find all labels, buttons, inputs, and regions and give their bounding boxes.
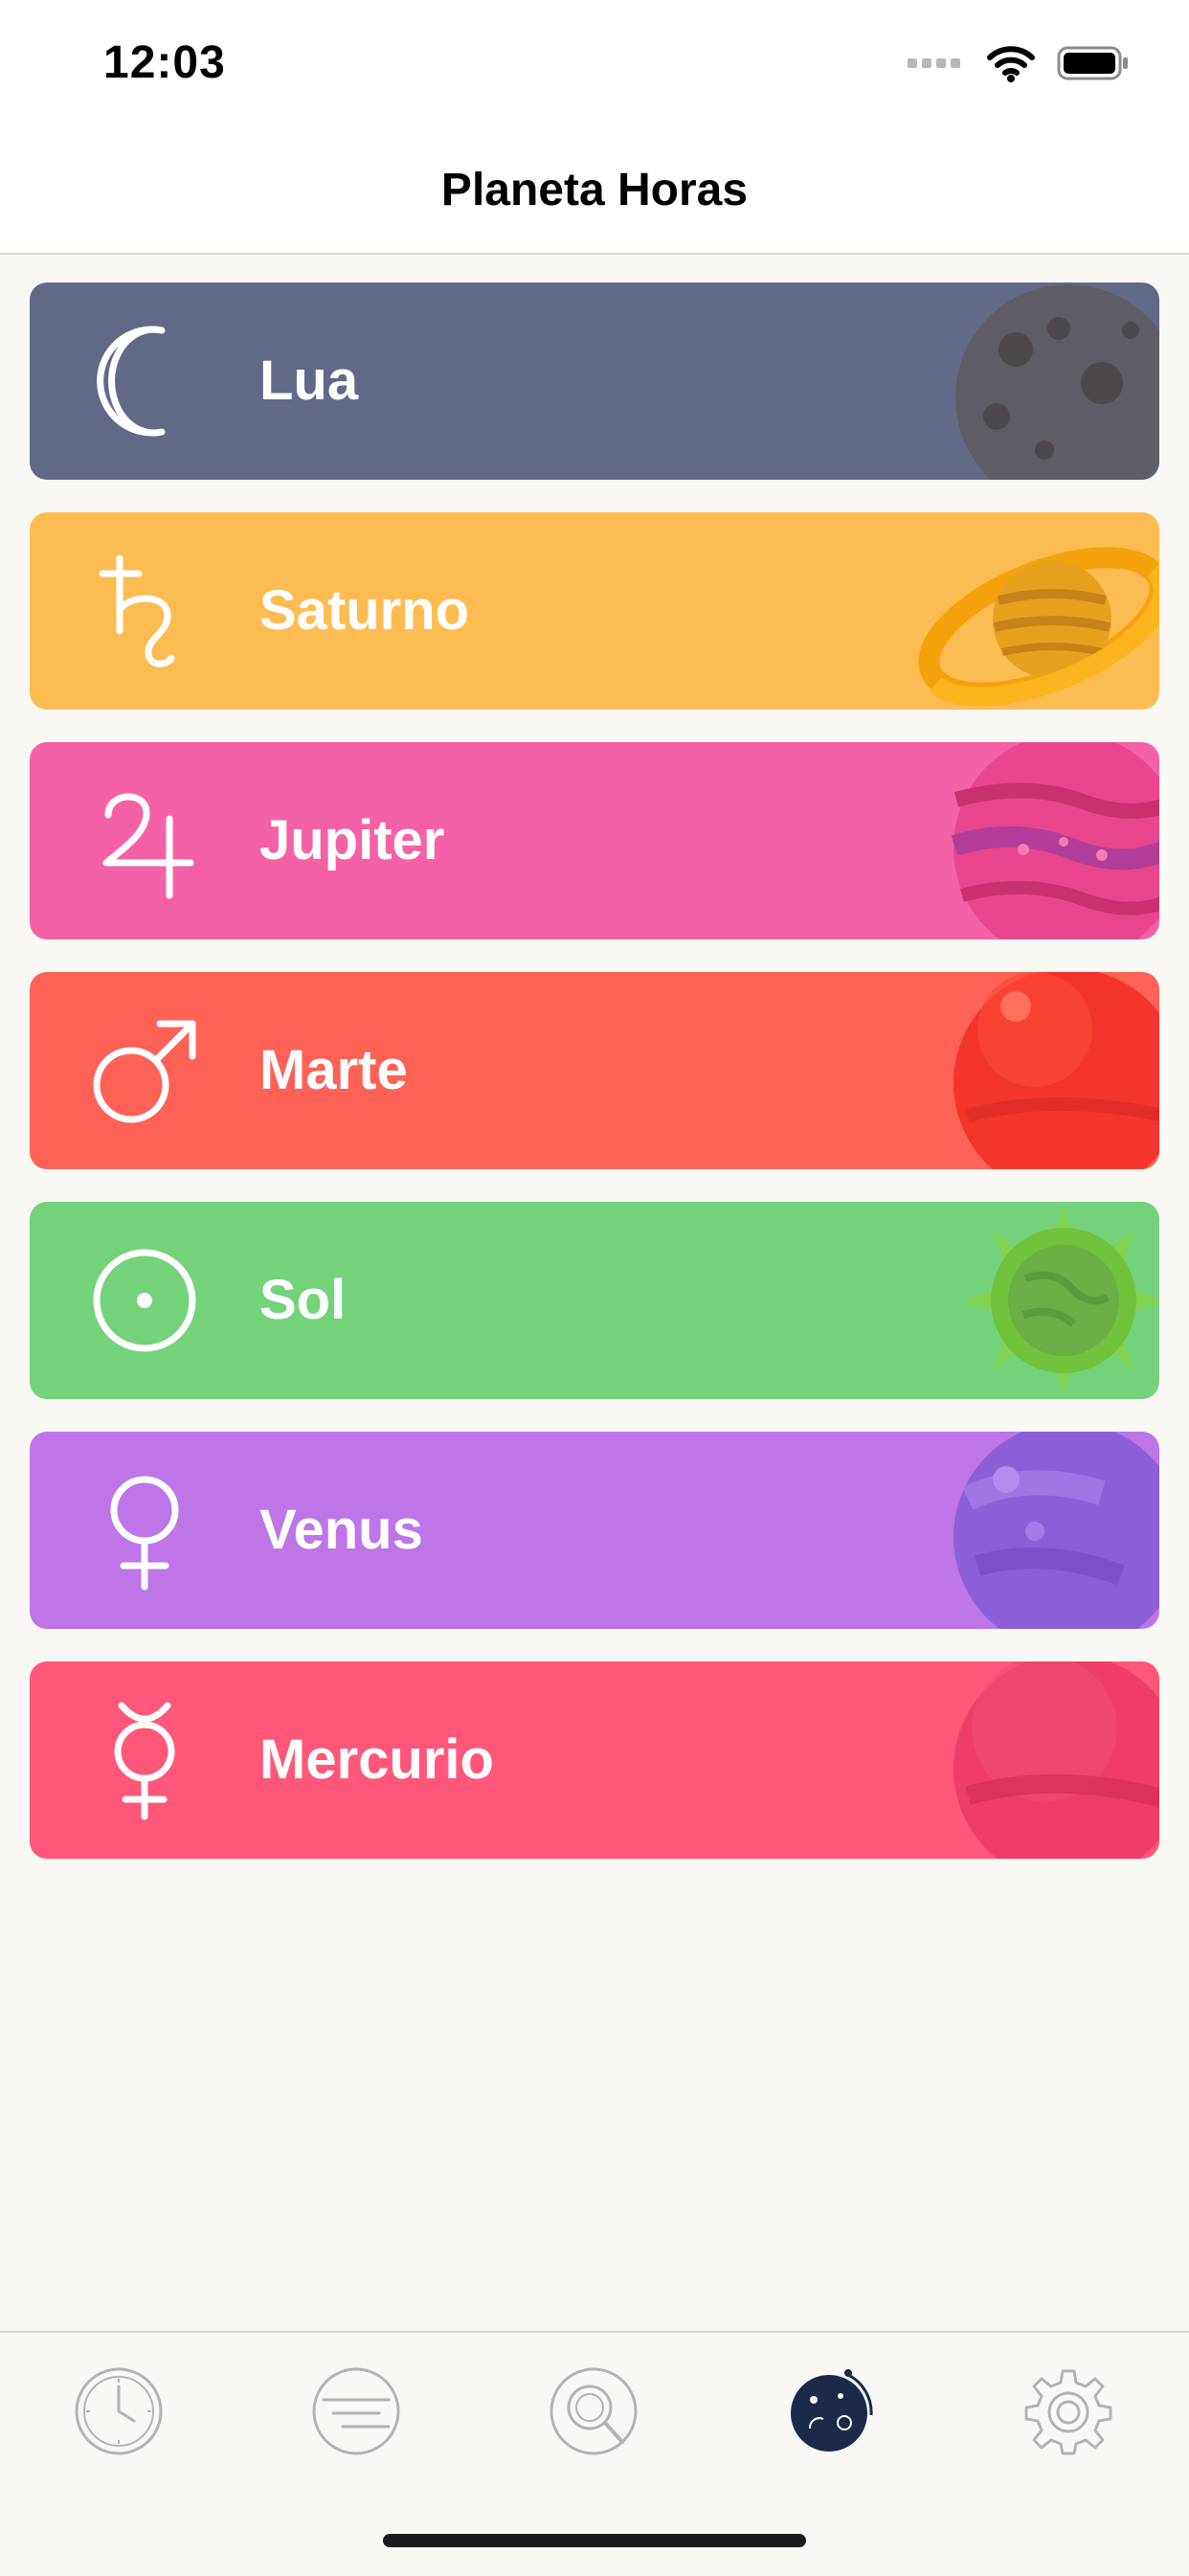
planet-card-jupiter[interactable]: Jupiter	[30, 742, 1159, 939]
home-indicator	[383, 2534, 806, 2547]
status-bar: 12:03	[0, 0, 1189, 126]
planets-icon[interactable]	[785, 2365, 877, 2457]
planet-card-lua[interactable]: Lua	[30, 282, 1159, 480]
venus-illustration-icon	[953, 1432, 1159, 1629]
planet-name: Mercurio	[259, 1729, 494, 1791]
search-icon[interactable]	[548, 2365, 639, 2457]
mercury-illustration-icon	[953, 1661, 1159, 1859]
sun-illustration-icon	[964, 1206, 1159, 1395]
planet-name: Venus	[259, 1499, 423, 1561]
jupiter-illustration-icon	[951, 742, 1159, 939]
page-title: Planeta Horas	[440, 164, 749, 215]
sun-symbol-icon	[93, 1249, 196, 1352]
mars-symbol-icon	[93, 1020, 196, 1123]
mars-illustration-icon	[953, 972, 1159, 1169]
planet-name: Saturno	[259, 579, 470, 642]
planet-list: Lua Saturno Jupiter Marte Sol Venus Merc…	[30, 282, 1159, 1891]
planet-name: Sol	[259, 1269, 347, 1331]
moon-illustration-icon	[955, 284, 1159, 480]
battery-icon	[1057, 46, 1128, 80]
navigation-bar: Planeta Horas	[0, 126, 1189, 255]
planet-name: Marte	[259, 1039, 408, 1101]
mercury-symbol-icon	[114, 1702, 175, 1820]
planet-name: Jupiter	[259, 809, 445, 871]
jupiter-symbol-icon	[102, 793, 194, 899]
saturn-illustration-icon	[918, 547, 1159, 707]
planet-card-sol[interactable]: Sol	[30, 1202, 1159, 1399]
wifi-icon	[987, 46, 1035, 82]
planet-card-saturno[interactable]: Saturno	[30, 512, 1159, 710]
planet-card-mercurio[interactable]: Mercurio	[30, 1661, 1159, 1859]
moon-symbol-icon	[97, 326, 166, 437]
venus-symbol-icon	[110, 1476, 179, 1591]
list-icon[interactable]	[310, 2365, 402, 2457]
saturn-symbol-icon	[99, 554, 175, 667]
status-time: 12:03	[103, 37, 226, 88]
planet-name: Lua	[259, 350, 359, 412]
signal-icon	[908, 58, 960, 68]
planet-card-marte[interactable]: Marte	[30, 972, 1159, 1169]
status-icons	[908, 44, 1130, 82]
planet-card-venus[interactable]: Venus	[30, 1432, 1159, 1629]
clock-icon[interactable]	[73, 2365, 165, 2457]
gear-icon[interactable]	[1022, 2365, 1114, 2457]
